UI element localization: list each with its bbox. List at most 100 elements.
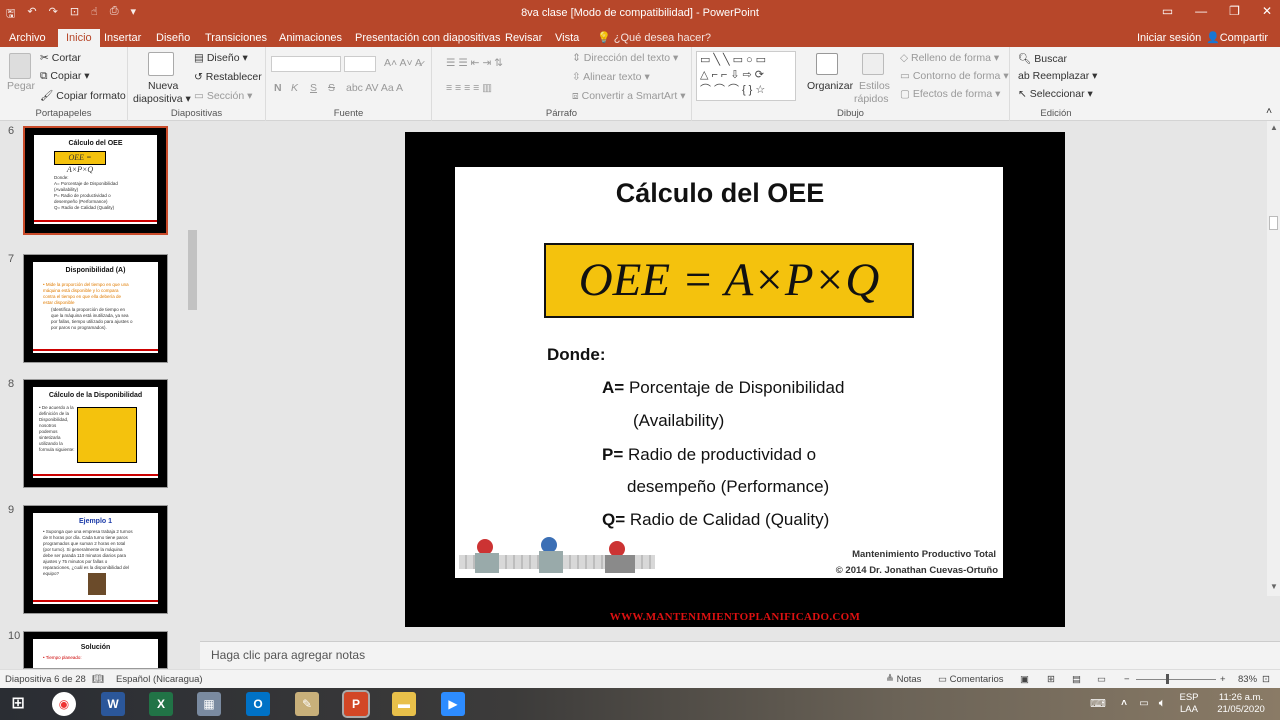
tab-insertar[interactable]: Insertar	[103, 29, 142, 47]
align-icons[interactable]: ≡ ≡ ≡ ≡ ▥	[446, 82, 492, 94]
keyboard-icon[interactable]: ⌨	[1086, 692, 1110, 716]
oee-formula-box[interactable]: OEE = A×P×Q	[544, 243, 914, 318]
excel-icon[interactable]: X	[149, 692, 173, 716]
font-color-icons[interactable]: abc AV Aa A	[346, 82, 403, 94]
clock[interactable]: 11:26 a.m. 21/05/2020	[1208, 692, 1274, 716]
alinear-texto-button[interactable]: ⇳ Alinear texto ▾	[572, 71, 650, 83]
notes-placeholder[interactable]: Haga clic para agregar notas	[211, 648, 365, 662]
slide-title[interactable]: Cálculo del OEE	[455, 178, 985, 209]
minimize-icon[interactable]: —	[1195, 4, 1207, 18]
zoom-out-icon[interactable]: −	[1124, 674, 1130, 685]
underline-button[interactable]: S	[310, 82, 317, 94]
normal-view-icon[interactable]: ▣	[1020, 674, 1029, 685]
slide-thumbnail-9[interactable]: Ejemplo 1 • Suponga que una empresa trab…	[23, 505, 168, 614]
italic-button[interactable]: K	[291, 82, 298, 94]
paint-icon[interactable]: ✎	[295, 692, 319, 716]
tab-transiciones[interactable]: Transiciones	[204, 29, 268, 47]
slideshow-view-icon[interactable]: ▭	[1097, 674, 1106, 685]
estilos-label[interactable]: Estilos	[859, 80, 890, 92]
slide-scroll-thumb[interactable]	[1269, 216, 1278, 230]
font-grow-shrink-icons[interactable]: A˄ A˅ A̷	[384, 57, 422, 69]
scroll-up-icon[interactable]: ▲	[1270, 123, 1278, 132]
outlook-icon[interactable]: O	[246, 692, 270, 716]
thumbnail-scrollbar[interactable]	[187, 121, 199, 669]
organizar-button[interactable]: Organizar	[807, 80, 853, 92]
seleccionar-button[interactable]: ↖ Seleccionar ▾	[1018, 88, 1093, 100]
ribbon-options-icon[interactable]: ▭	[1162, 4, 1173, 18]
list-icons[interactable]: ☰ ☰ ⇤ ⇥ ⇅	[446, 57, 503, 69]
font-size-input[interactable]	[344, 56, 376, 72]
zoom-level[interactable]: 83%	[1238, 674, 1257, 685]
volume-icon[interactable]: 🔈︎	[1150, 692, 1174, 716]
font-name-input[interactable]	[271, 56, 341, 72]
notes-pane[interactable]: Haga clic para agregar notas	[200, 641, 1280, 669]
word-icon[interactable]: W	[101, 692, 125, 716]
strike-button[interactable]: S	[328, 82, 335, 94]
relleno-button[interactable]: ◇ Relleno de forma ▾	[900, 52, 999, 64]
rapidos-label[interactable]: rápidos	[854, 93, 888, 105]
scroll-down-icon[interactable]: ▼	[1270, 582, 1278, 591]
tab-diseno[interactable]: Diseño	[155, 29, 191, 47]
copiar-button[interactable]: ⧉ Copiar ▾	[40, 70, 90, 83]
smartart-button[interactable]: ⧈ Convertir a SmartArt ▾	[572, 90, 686, 103]
a-key: A=	[602, 378, 625, 397]
notas-toggle[interactable]: ≜ Notas	[886, 674, 921, 685]
calculator-icon[interactable]: ▦	[197, 692, 221, 716]
buscar-button[interactable]: 🔍︎ Buscar	[1018, 52, 1067, 65]
zoom-slider-thumb[interactable]	[1166, 674, 1169, 684]
thumb-slide-body: Cálculo de la Disponibilidad • De acuerd…	[33, 387, 158, 478]
zoom-app-icon[interactable]: ▶	[441, 692, 465, 716]
contorno-button[interactable]: ▭ Contorno de forma ▾	[900, 70, 1009, 82]
language-status[interactable]: Español (Nicaragua)	[116, 674, 203, 685]
maximize-icon[interactable]: ❐	[1229, 4, 1240, 18]
file-explorer-icon[interactable]: ▬	[392, 692, 416, 716]
arrange-icon[interactable]	[816, 53, 838, 75]
copiar-formato-button[interactable]: 🖌 Copiar formato	[40, 89, 126, 102]
collapse-ribbon-icon[interactable]: ˄	[1266, 105, 1272, 117]
zoom-slider[interactable]	[1136, 679, 1216, 680]
paste-icon[interactable]	[9, 53, 31, 79]
close-icon[interactable]: ✕	[1262, 4, 1272, 18]
zoom-in-icon[interactable]: +	[1220, 674, 1226, 685]
share-button[interactable]: 👤Compartir	[1205, 29, 1269, 47]
thumbnail-scroll-thumb[interactable]	[188, 230, 197, 310]
bold-button[interactable]: N	[274, 82, 282, 94]
sorter-view-icon[interactable]: ⊞	[1047, 674, 1055, 685]
slide-thumbnail-8[interactable]: Cálculo de la Disponibilidad • De acuerd…	[23, 379, 168, 488]
slide-thumbnail-6[interactable]: Cálculo del OEE OEE = A×P×Q Donde: A= Por…	[23, 126, 168, 235]
nueva-label[interactable]: Nueva	[148, 80, 178, 92]
quick-styles-icon[interactable]	[862, 53, 884, 75]
spellcheck-icon[interactable]: 📖︎	[92, 674, 104, 685]
tab-inicio[interactable]: Inicio	[58, 29, 100, 47]
comentarios-label: Comentarios	[949, 674, 1004, 685]
tab-vista[interactable]: Vista	[554, 29, 580, 47]
windows-start-icon[interactable]: ⊞	[6, 692, 30, 716]
chrome-icon[interactable]: ◉	[52, 692, 76, 716]
tab-presentacion[interactable]: Presentación con diapositivas	[354, 29, 502, 47]
reading-view-icon[interactable]: ▤	[1072, 674, 1081, 685]
cortar-button[interactable]: ✂ Cortar	[40, 52, 81, 64]
seccion-button[interactable]: ▭ Sección ▾	[194, 90, 252, 102]
signin-link[interactable]: Iniciar sesión	[1136, 29, 1202, 47]
slide-thumbnail-7[interactable]: Disponibilidad (A) • Mide la proporción …	[23, 254, 168, 363]
comentarios-toggle[interactable]: ▭ Comentarios	[938, 674, 1003, 685]
fit-slide-icon[interactable]: ⊡	[1262, 674, 1270, 685]
shapes-gallery[interactable]: ▭╲╲▭○▭ △⌐⌐⇩⇨⟳ ⌒⌒⌒{}☆	[696, 51, 796, 101]
tell-me-box[interactable]: 💡 ¿Qué desea hacer?	[596, 29, 712, 47]
diseno-button[interactable]: ▤ Diseño ▾	[194, 52, 248, 64]
efectos-button[interactable]: ▢ Efectos de forma ▾	[900, 88, 1000, 100]
powerpoint-icon[interactable]: P	[342, 690, 370, 718]
input-language[interactable]: ESP LAA	[1176, 692, 1202, 716]
slide-scrollbar[interactable]: ▲ ▼	[1267, 121, 1280, 596]
new-slide-icon[interactable]	[148, 52, 174, 76]
tell-me-text: ¿Qué desea hacer?	[613, 32, 711, 44]
pegar-button[interactable]: Pegar	[7, 80, 35, 92]
reemplazar-button[interactable]: ab Reemplazar ▾	[1018, 70, 1097, 82]
slide-thumbnail-10[interactable]: Solución • Tiempo planeado:	[23, 631, 168, 669]
tab-revisar[interactable]: Revisar	[504, 29, 543, 47]
restablecer-button[interactable]: ↺ Restablecer	[194, 71, 262, 83]
tab-animaciones[interactable]: Animaciones	[278, 29, 343, 47]
direccion-texto-button[interactable]: ⇕ Dirección del texto ▾	[572, 52, 678, 64]
tab-archivo[interactable]: Archivo	[8, 29, 47, 47]
diapositiva-label[interactable]: diapositiva ▾	[133, 93, 191, 105]
